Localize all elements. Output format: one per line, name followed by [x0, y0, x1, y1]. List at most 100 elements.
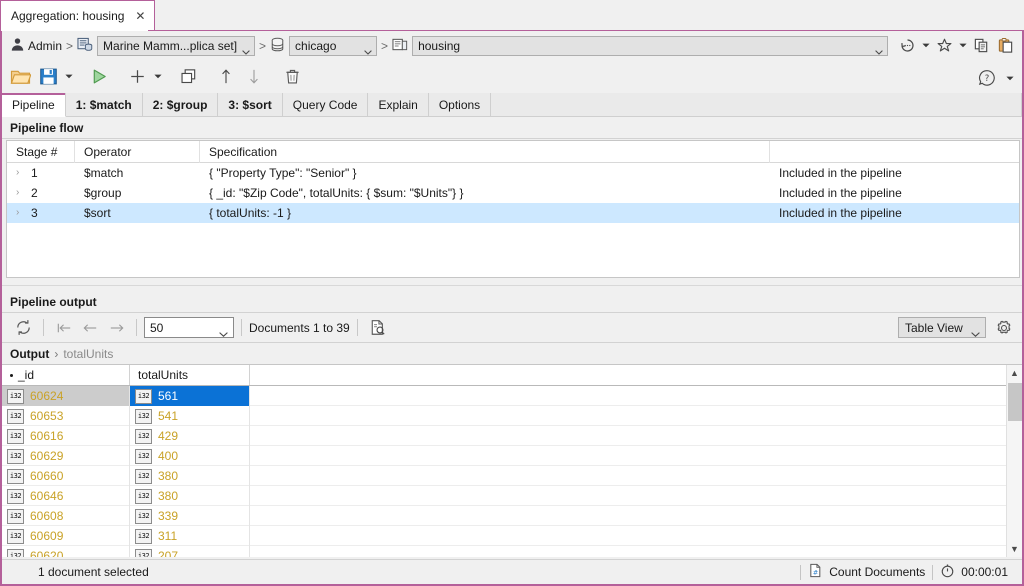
cell-id[interactable]: i32 60629 — [2, 446, 130, 466]
save-icon[interactable] — [34, 63, 62, 91]
table-row[interactable]: i32 60629 i32 400 — [2, 446, 1022, 466]
cell-totalunits[interactable]: i32 541 — [130, 406, 250, 426]
scrollbar-thumb[interactable] — [1008, 383, 1022, 421]
column-header-specification[interactable]: Specification — [200, 141, 770, 163]
tab-label: 1: $match — [76, 98, 132, 112]
view-mode-selector[interactable]: Table View — [898, 317, 986, 338]
copy-icon[interactable] — [970, 35, 992, 57]
expand-chevron-icon[interactable]: › — [16, 183, 24, 203]
collection-selector[interactable]: housing — [412, 36, 888, 56]
export-document-icon[interactable] — [365, 315, 391, 341]
tab-label: Query Code — [293, 98, 358, 112]
elapsed-time: 00:00:01 — [940, 563, 1008, 581]
scroll-down-icon[interactable]: ▼ — [1007, 541, 1022, 557]
add-stage-dropdown-icon[interactable] — [151, 63, 164, 91]
connection-selector[interactable]: Marine Mamm...plica set] — [97, 36, 255, 56]
cell-id-value: 60646 — [30, 489, 63, 503]
cell-id[interactable]: i32 60660 — [2, 466, 130, 486]
cell-totalunits[interactable]: i32 429 — [130, 426, 250, 446]
tab-explain[interactable]: Explain — [368, 93, 428, 116]
collection-icon — [392, 37, 408, 55]
expand-chevron-icon[interactable]: › — [16, 163, 24, 183]
type-badge-int32: i32 — [7, 529, 24, 544]
pipeline-stage-row[interactable]: › 1 $match { "Property Type": "Senior" }… — [7, 163, 1019, 183]
pipeline-stage-row-selected[interactable]: › 3 $sort { totalUnits: -1 } Included in… — [7, 203, 1019, 223]
cell-id-value: 60620 — [30, 549, 63, 557]
stage-specification: { totalUnits: -1 } — [200, 203, 770, 223]
type-badge-int32: i32 — [7, 469, 24, 484]
cell-id[interactable]: i32 60646 — [2, 486, 130, 506]
scroll-up-icon[interactable]: ▲ — [1007, 365, 1022, 381]
results-vertical-scrollbar[interactable]: ▲ ▼ — [1006, 365, 1022, 557]
gear-icon[interactable] — [992, 316, 1016, 340]
breadcrumb-output-root[interactable]: Output — [10, 347, 49, 361]
document-tab-aggregation-housing[interactable]: Aggregation: housing ✕ — [0, 0, 155, 31]
help-dropdown-icon[interactable] — [1003, 64, 1016, 92]
previous-page-icon[interactable] — [77, 315, 103, 341]
table-row[interactable]: i32 60609 i32 311 — [2, 526, 1022, 546]
tab-pipeline[interactable]: Pipeline — [2, 93, 66, 117]
tab-query-code[interactable]: Query Code — [283, 93, 369, 116]
cell-id[interactable]: i32 60620 — [2, 546, 130, 557]
expand-chevron-icon[interactable]: › — [16, 203, 24, 223]
history-icon[interactable] — [896, 35, 918, 57]
main-toolbar: ? — [2, 60, 1022, 93]
cell-totalunits[interactable]: i32 311 — [130, 526, 250, 546]
stage-specification: { "Property Type": "Senior" } — [200, 163, 770, 183]
next-page-icon[interactable] — [103, 315, 129, 341]
database-selector[interactable]: chicago — [289, 36, 377, 56]
cell-totalunits[interactable]: i32 400 — [130, 446, 250, 466]
panel-splitter[interactable] — [2, 279, 1022, 292]
move-down-icon[interactable] — [240, 63, 268, 91]
paste-icon[interactable] — [994, 35, 1016, 57]
cell-id[interactable]: i32 60608 — [2, 506, 130, 526]
column-header-status[interactable] — [770, 141, 1018, 163]
tab-options[interactable]: Options — [429, 93, 491, 116]
cell-totalunits[interactable]: i32 339 — [130, 506, 250, 526]
column-header-totalunits[interactable]: totalUnits — [130, 365, 250, 385]
move-up-icon[interactable] — [212, 63, 240, 91]
table-row[interactable]: i32 60624 i32 561 — [2, 386, 1022, 406]
add-stage-icon[interactable] — [123, 63, 151, 91]
open-folder-icon[interactable] — [6, 63, 34, 91]
column-header-stage[interactable]: Stage # — [7, 141, 75, 163]
help-icon[interactable]: ? — [973, 64, 1001, 92]
cell-totalunits[interactable]: i32 207 — [130, 546, 250, 557]
duplicate-icon[interactable] — [174, 63, 202, 91]
cell-id[interactable]: i32 60616 — [2, 426, 130, 446]
table-row[interactable]: i32 60620 i32 207 — [2, 546, 1022, 557]
cell-id[interactable]: i32 60624 — [2, 386, 130, 406]
tab-stage-3-sort[interactable]: 3: $sort — [218, 93, 282, 116]
tab-stage-2-group[interactable]: 2: $group — [143, 93, 219, 116]
save-dropdown-icon[interactable] — [62, 63, 75, 91]
table-row[interactable]: i32 60608 i32 339 — [2, 506, 1022, 526]
cell-totalunits[interactable]: i32 380 — [130, 466, 250, 486]
run-icon[interactable] — [85, 63, 113, 91]
count-documents-button[interactable]: # Count Documents — [808, 563, 925, 581]
stage-specification: { _id: "$Zip Code", totalUnits: { $sum: … — [200, 183, 770, 203]
pipeline-tab-bar: Pipeline 1: $match 2: $group 3: $sort Qu… — [2, 93, 1022, 117]
close-icon[interactable]: ✕ — [133, 9, 147, 23]
tab-stage-1-match[interactable]: 1: $match — [66, 93, 143, 116]
refresh-icon[interactable] — [10, 315, 36, 341]
favorite-star-icon[interactable] — [933, 35, 955, 57]
history-dropdown-icon[interactable] — [920, 35, 931, 57]
column-header-id[interactable]: _id — [2, 365, 130, 385]
favorite-dropdown-icon[interactable] — [957, 35, 968, 57]
page-size-combo[interactable]: 50 — [144, 317, 234, 338]
cell-filler — [250, 506, 1022, 526]
cell-totalunits[interactable]: i32 561 — [130, 386, 250, 406]
cell-totalunits[interactable]: i32 380 — [130, 486, 250, 506]
first-page-icon[interactable] — [51, 315, 77, 341]
cell-id[interactable]: i32 60653 — [2, 406, 130, 426]
column-header-operator[interactable]: Operator — [75, 141, 200, 163]
table-row[interactable]: i32 60660 i32 380 — [2, 466, 1022, 486]
table-row[interactable]: i32 60653 i32 541 — [2, 406, 1022, 426]
delete-icon[interactable] — [278, 63, 306, 91]
cell-id[interactable]: i32 60609 — [2, 526, 130, 546]
column-header-id-label: _id — [18, 368, 34, 382]
table-row[interactable]: i32 60646 i32 380 — [2, 486, 1022, 506]
table-row[interactable]: i32 60616 i32 429 — [2, 426, 1022, 446]
breadcrumb-output-field[interactable]: totalUnits — [63, 347, 113, 361]
pipeline-stage-row[interactable]: › 2 $group { _id: "$Zip Code", totalUnit… — [7, 183, 1019, 203]
